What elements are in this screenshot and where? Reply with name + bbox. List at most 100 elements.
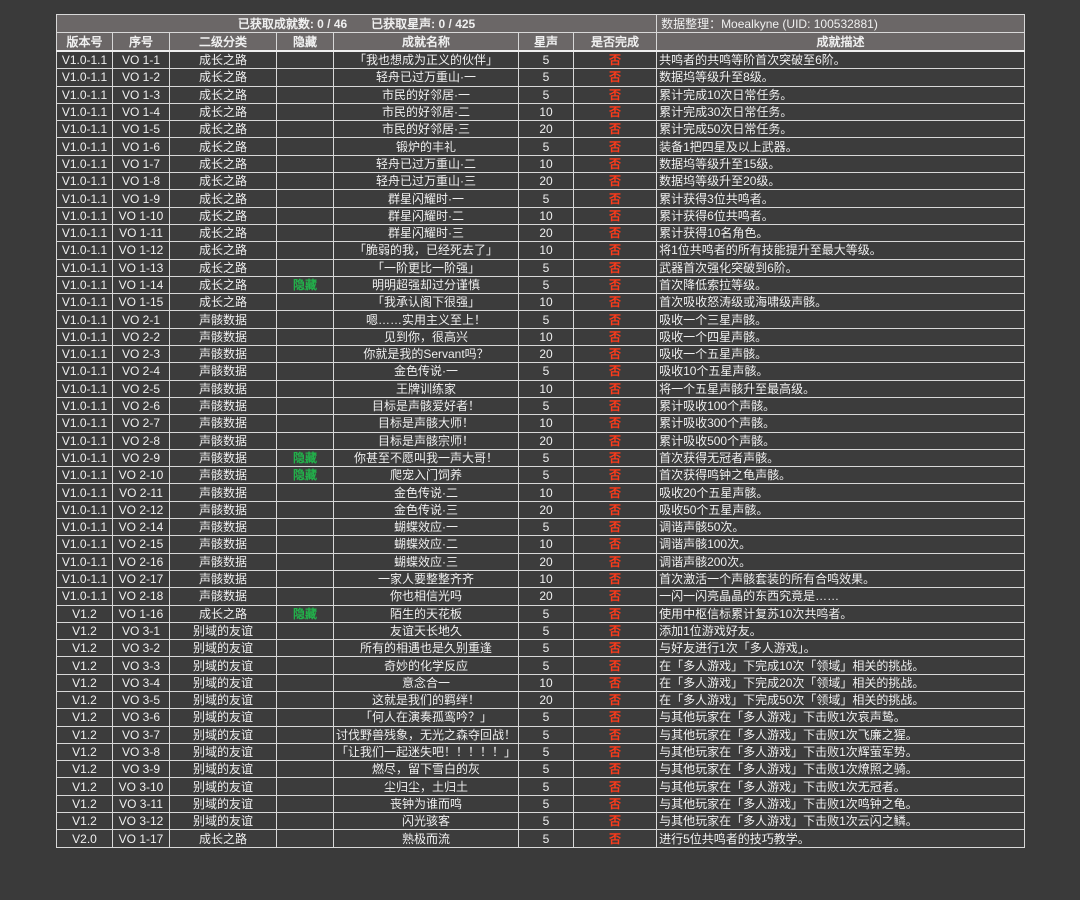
description-cell: 在「多人游戏」下完成10次「领域」相关的挑战。 <box>656 656 1026 675</box>
header-row: 版本号 序号 二级分类 隐藏 成就名称 星声 是否完成 成就描述 <box>56 32 1026 52</box>
stars-cell: 5 <box>518 137 574 156</box>
category-cell: 声骸数据 <box>169 414 277 433</box>
stars-cell: 5 <box>518 708 574 727</box>
version-cell: V1.0-1.1 <box>56 102 113 122</box>
id-cell: VO 1-11 <box>112 223 170 243</box>
description-cell: 吸收20个五星声骸。 <box>656 483 1026 502</box>
completed-cell: 否 <box>572 102 658 122</box>
version-cell: V1.2 <box>56 604 113 623</box>
version-cell: V1.0-1.1 <box>56 362 113 381</box>
completed-cell: 否 <box>572 829 658 848</box>
completed-cell: 否 <box>572 777 658 796</box>
description-cell: 添加1位游戏好友。 <box>656 621 1026 641</box>
version-cell: V1.0-1.1 <box>56 293 113 312</box>
header-stars: 星声 <box>518 32 574 52</box>
version-cell: V1.2 <box>56 673 113 692</box>
table-row: V1.0-1.1 VO 2-3 声骸数据 你就是我的Servant吗？ 20 否吸收一个五… <box>56 345 1026 364</box>
description-cell: 累计完成50次日常任务。 <box>656 120 1026 139</box>
stars-cell: 5 <box>518 258 574 277</box>
header-version: 版本号 <box>56 32 113 52</box>
name-cell: 蝴蝶效应·三 <box>333 552 519 571</box>
table-row: V1.0-1.1 VO 2-5 声骸数据 王牌训练家 10 否将一个五星声骸升至最高级。 <box>56 379 1026 398</box>
hidden-cell <box>276 327 334 347</box>
completed-cell: 否 <box>572 189 658 208</box>
table-row: V1.0-1.1 VO 2-17 声骸数据 一家人要整整齐齐 10 否首次激活一个声骸套装… <box>56 569 1026 589</box>
version-cell: V1.0-1.1 <box>56 50 113 70</box>
stars-cell: 5 <box>518 310 574 329</box>
name-cell: 金色传说·二 <box>333 483 519 502</box>
hidden-cell <box>276 587 334 606</box>
version-cell: V1.2 <box>56 690 113 710</box>
version-cell: V1.0-1.1 <box>56 466 113 485</box>
id-cell: VO 1-13 <box>112 258 170 277</box>
id-cell: VO 2-14 <box>112 518 170 537</box>
version-cell: V1.2 <box>56 656 113 675</box>
completed-cell: 否 <box>572 258 658 277</box>
name-cell: 市民的好邻居·一 <box>333 85 519 104</box>
completed-cell: 否 <box>572 500 658 520</box>
table-row: V1.0-1.1 VO 1-5 成长之路 市民的好邻居·三 20 否累计完成50次日常任务… <box>56 120 1026 139</box>
description-cell: 累计吸收300个声骸。 <box>656 414 1026 433</box>
version-cell: V1.2 <box>56 742 113 762</box>
id-cell: VO 1-3 <box>112 85 170 104</box>
table-row: V1.0-1.1 VO 1-2 成长之路 轻舟已过万重山·一 5 否数据坞等级升至8级。 <box>56 68 1026 87</box>
name-cell: 爬宠入门饲养 <box>333 466 519 485</box>
name-cell: 金色传说·一 <box>333 362 519 381</box>
stars-cell: 20 <box>518 172 574 191</box>
id-cell: VO 1-10 <box>112 206 170 225</box>
id-cell: VO 2-15 <box>112 535 170 554</box>
completed-cell: 否 <box>572 518 658 537</box>
version-cell: V1.0-1.1 <box>56 431 113 450</box>
completed-cell: 否 <box>572 725 658 744</box>
table-row: V1.2 VO 3-4 别域的友谊 意念合一 10 否在「多人游戏」下完成20次「领域」相… <box>56 673 1026 692</box>
table-row: V1.0-1.1 VO 2-18 声骸数据 你也相信光吗 20 否一闪一闪亮晶晶的东西究竟… <box>56 587 1026 606</box>
stars-cell: 10 <box>518 241 574 260</box>
category-cell: 声骸数据 <box>169 396 277 416</box>
category-cell: 别域的友谊 <box>169 742 277 762</box>
description-cell: 吸收50个五星声骸。 <box>656 500 1026 520</box>
version-cell: V1.2 <box>56 794 113 814</box>
hidden-cell <box>276 50 334 70</box>
stars-cell: 10 <box>518 379 574 398</box>
id-cell: VO 3-8 <box>112 742 170 762</box>
stars-cell: 5 <box>518 85 574 104</box>
name-cell: 奇妙的化学反应 <box>333 656 519 675</box>
category-cell: 成长之路 <box>169 206 277 225</box>
hidden-cell <box>276 414 334 433</box>
name-cell: 一家人要整整齐齐 <box>333 569 519 589</box>
description-cell: 在「多人游戏」下完成50次「领域」相关的挑战。 <box>656 690 1026 710</box>
name-cell: 市民的好邻居·三 <box>333 120 519 139</box>
completed-cell: 否 <box>572 535 658 554</box>
name-cell: 见到你，很高兴 <box>333 327 519 347</box>
description-cell: 与其他玩家在「多人游戏」下击败1次飞廉之猩。 <box>656 725 1026 744</box>
completed-cell: 否 <box>572 85 658 104</box>
description-cell: 累计获得3位共鸣者。 <box>656 189 1026 208</box>
name-cell: 尘归尘，土归土 <box>333 777 519 796</box>
completed-cell: 否 <box>572 275 658 295</box>
description-cell: 吸收一个三星声骸。 <box>656 310 1026 329</box>
description-cell: 累计完成30次日常任务。 <box>656 102 1026 122</box>
description-cell: 武器首次强化突破到6阶。 <box>656 258 1026 277</box>
id-cell: VO 2-1 <box>112 310 170 329</box>
name-cell: 蝴蝶效应·一 <box>333 518 519 537</box>
category-cell: 别域的友谊 <box>169 812 277 831</box>
table-row: V1.2 VO 3-7 别域的友谊 讨伐野兽残象，无光之森夺回战！ 5 否与其他玩家在「多… <box>56 725 1026 744</box>
description-cell: 调谐声骸50次。 <box>656 518 1026 537</box>
category-cell: 别域的友谊 <box>169 673 277 692</box>
stars-cell: 5 <box>518 604 574 623</box>
id-cell: VO 1-4 <box>112 102 170 122</box>
table-row: V1.0-1.1 VO 2-9 声骸数据 隐藏 你甚至不愿叫我一声大哥！ 5 否首次获得无冠… <box>56 448 1026 468</box>
table-row: V1.0-1.1 VO 2-7 声骸数据 目标是声骸大师！ 10 否累计吸收300个声骸。 <box>56 414 1026 433</box>
name-cell: 所有的相遇也是久别重逢 <box>333 639 519 658</box>
table-row: V1.0-1.1 VO 1-1 成长之路 「我也想成为正义的伙伴」 5 否共鸣者的共鸣等阶… <box>56 50 1026 70</box>
description-cell: 与其他玩家在「多人游戏」下击败1次辉萤军势。 <box>656 742 1026 762</box>
completed-cell: 否 <box>572 172 658 191</box>
table-row: V1.0-1.1 VO 2-16 声骸数据 蝴蝶效应·三 20 否调谐声骸200次。 <box>56 552 1026 571</box>
description-cell: 调谐声骸100次。 <box>656 535 1026 554</box>
version-cell: V1.0-1.1 <box>56 414 113 433</box>
version-cell: V1.0-1.1 <box>56 154 113 174</box>
hidden-cell <box>276 794 334 814</box>
name-cell: 目标是声骸大师！ <box>333 414 519 433</box>
completed-cell: 否 <box>572 50 658 70</box>
id-cell: VO 1-5 <box>112 120 170 139</box>
